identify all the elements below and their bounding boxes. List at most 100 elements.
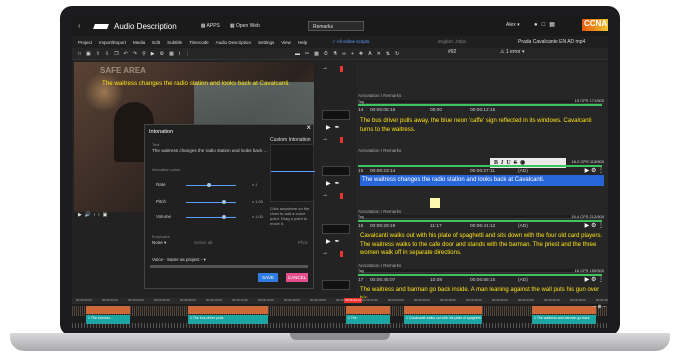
segment-play-icons[interactable]: ▶✒ xyxy=(326,238,344,245)
annotation-field[interactable] xyxy=(358,269,604,273)
align-left-icon[interactable]: ▬ xyxy=(295,51,300,57)
segment-end[interactable]: 00:06:55:15 xyxy=(470,278,495,283)
segment-text-selected[interactable]: The waitress changes the radio station a… xyxy=(360,175,604,186)
download-icon[interactable]: ⇩ xyxy=(105,51,109,57)
add-segment-icon[interactable]: → xyxy=(322,136,328,142)
dialog-scrollbar[interactable] xyxy=(150,265,308,268)
menu-media[interactable]: Media xyxy=(133,40,145,45)
sync-icon[interactable]: ↻ xyxy=(395,51,399,57)
segment-row-header[interactable]: 14 00:06:05:15 05:00 00:06:12:15 xyxy=(358,107,606,115)
segment-end[interactable]: 00:06:12:15 xyxy=(470,108,495,113)
rate-slider[interactable]: Rate x 1 xyxy=(156,182,266,188)
pitch-slider[interactable]: Pitch x 1.00 xyxy=(156,199,266,205)
segment-start[interactable]: 00:06:05:15 xyxy=(370,108,395,113)
split-icon[interactable]: ⚗ xyxy=(333,51,337,57)
menu-audio-description[interactable]: Audio Description xyxy=(216,40,251,45)
rate-thumb[interactable] xyxy=(206,183,211,187)
timeline-zoom-controls[interactable]: − ⊕ − xyxy=(593,304,606,310)
segment-play-icons[interactable]: ▶✒ xyxy=(326,124,344,131)
audio-clip[interactable] xyxy=(188,306,268,314)
waveform-thumb[interactable] xyxy=(322,166,350,176)
menu-help[interactable]: Help xyxy=(298,40,307,45)
audio-clip[interactable] xyxy=(404,306,482,314)
select-alt[interactable]: Select alt xyxy=(194,240,213,245)
play-icon[interactable]: ▶ xyxy=(151,51,155,57)
audio-clip[interactable] xyxy=(86,306,130,314)
voice-select[interactable]: Voice - Same as project - ▾ xyxy=(152,257,206,263)
audio-clip[interactable] xyxy=(346,306,390,314)
emphasis-select[interactable]: None ▾ xyxy=(152,240,166,246)
settings-icon[interactable]: ⚙ xyxy=(160,51,164,57)
segment-play-icons[interactable]: ▶✒ xyxy=(326,180,344,187)
waveform-thumb[interactable] xyxy=(322,110,350,120)
menu-settings[interactable]: Settings xyxy=(258,40,274,45)
more-icon[interactable]: ⋮ xyxy=(185,51,190,57)
undo-icon[interactable]: ↶ xyxy=(124,51,128,57)
frame-icon[interactable]: ▣ xyxy=(103,212,108,218)
pitch-thumb[interactable] xyxy=(221,200,226,204)
online-scripts-status[interactable]: ✓ All online scripts xyxy=(332,39,369,45)
intonation-curve[interactable] xyxy=(270,144,315,202)
cut-icon[interactable]: ✂ xyxy=(305,51,309,57)
info-icon[interactable]: i xyxy=(179,51,180,57)
volume-thumb[interactable] xyxy=(221,215,226,219)
segment-controls[interactable]: ▶ ⚙ ⋮ xyxy=(585,167,604,174)
menu-subtitle[interactable]: Subtitle xyxy=(167,40,182,45)
cancel-button[interactable]: CANCEL xyxy=(286,273,308,282)
segment-text[interactable]: Cavalcanti walks out with his plate of s… xyxy=(360,232,604,258)
redo-icon[interactable]: ↷ xyxy=(133,51,137,57)
save-button[interactable]: SAVE xyxy=(258,273,278,282)
open-web-button[interactable]: ▦ Open Web xyxy=(230,23,260,29)
segment-row-header[interactable]: 16 00:06:29:19 11:17 00:06:41:12 (AD) xyxy=(358,223,606,231)
segment-row-header[interactable]: 17 00:06:45:07 10:08 00:06:55:15 (AD) xyxy=(358,277,606,285)
globe-icon[interactable]: ● xyxy=(534,22,542,28)
upload-icon[interactable]: ⇧ xyxy=(96,51,100,57)
menu-edit[interactable]: Edit xyxy=(152,40,160,45)
error-select[interactable]: ⚠ 1 error ▾ xyxy=(500,49,525,55)
segment-text[interactable]: The bus driver pulls away, the blue neon… xyxy=(360,117,604,134)
segment-start[interactable]: 00:06:29:19 xyxy=(370,224,395,229)
segment-end[interactable]: 00:06:41:12 xyxy=(470,224,495,229)
audio-clip[interactable] xyxy=(532,306,596,314)
menu-import-export[interactable]: Import/Export xyxy=(99,40,126,45)
segment-controls[interactable]: ▶ ⚙ ⋮ xyxy=(585,222,604,229)
menu-project[interactable]: Project xyxy=(78,40,92,45)
timeline-playhead[interactable]: 00:06:23:14 xyxy=(344,298,362,303)
color-swatch[interactable] xyxy=(430,198,440,208)
menu-timecode[interactable]: Timecode xyxy=(189,40,209,45)
apps-button[interactable]: ▦ APPS xyxy=(201,23,220,29)
grid-icon[interactable]: ▦ xyxy=(549,22,559,28)
segment-controls[interactable]: ▶ ⚙ ⋮ xyxy=(585,276,604,283)
segment-start[interactable]: 00:06:23:14 xyxy=(370,169,395,174)
mode-select[interactable]: Remarks xyxy=(308,21,364,31)
pin-icon[interactable]: ❖ xyxy=(359,51,363,57)
menu-view[interactable]: View xyxy=(281,40,291,45)
waveform-thumb[interactable] xyxy=(322,224,350,234)
grid-tool-icon[interactable]: ▦ xyxy=(169,51,174,57)
add-segment-icon[interactable]: → xyxy=(322,250,328,256)
back-icon[interactable]: ‹ xyxy=(78,23,90,30)
add-segment-icon[interactable]: → xyxy=(322,65,328,71)
user-menu[interactable]: Alex ▾ xyxy=(506,22,520,28)
search-icon[interactable]: ⚲ xyxy=(142,51,146,57)
delete-icon[interactable]: ✕ xyxy=(377,51,381,57)
volume-icon[interactable]: 🔊 xyxy=(85,212,91,218)
segment-start[interactable]: 00:06:45:07 xyxy=(370,278,395,283)
add-segment-icon[interactable]: → xyxy=(322,192,328,198)
add-icon[interactable]: + xyxy=(351,51,354,57)
waveform-thumb[interactable] xyxy=(322,280,350,290)
play-button[interactable]: ▶ xyxy=(78,212,82,218)
timeline[interactable]: 00:06:00:00 00:06:02:00 00:06:04:00 00:06:0… xyxy=(72,298,608,328)
timer-icon[interactable]: ⏱ xyxy=(324,51,328,57)
step-forward-icon[interactable]: › xyxy=(98,212,100,218)
new-icon[interactable]: □ xyxy=(78,51,81,57)
step-back-icon[interactable]: ‹ xyxy=(94,212,96,218)
volume-slider[interactable]: Volume x 1.00 xyxy=(156,214,266,220)
copy-icon[interactable]: ❐ xyxy=(114,51,118,57)
font-icon[interactable]: A xyxy=(368,51,371,57)
merge-icon[interactable]: ▩ xyxy=(314,51,319,57)
close-icon[interactable]: × xyxy=(306,123,311,132)
phrase-field[interactable]: Phra xyxy=(298,240,308,245)
annotation-field[interactable] xyxy=(358,215,604,219)
link-icon[interactable]: ∞ xyxy=(342,51,346,57)
